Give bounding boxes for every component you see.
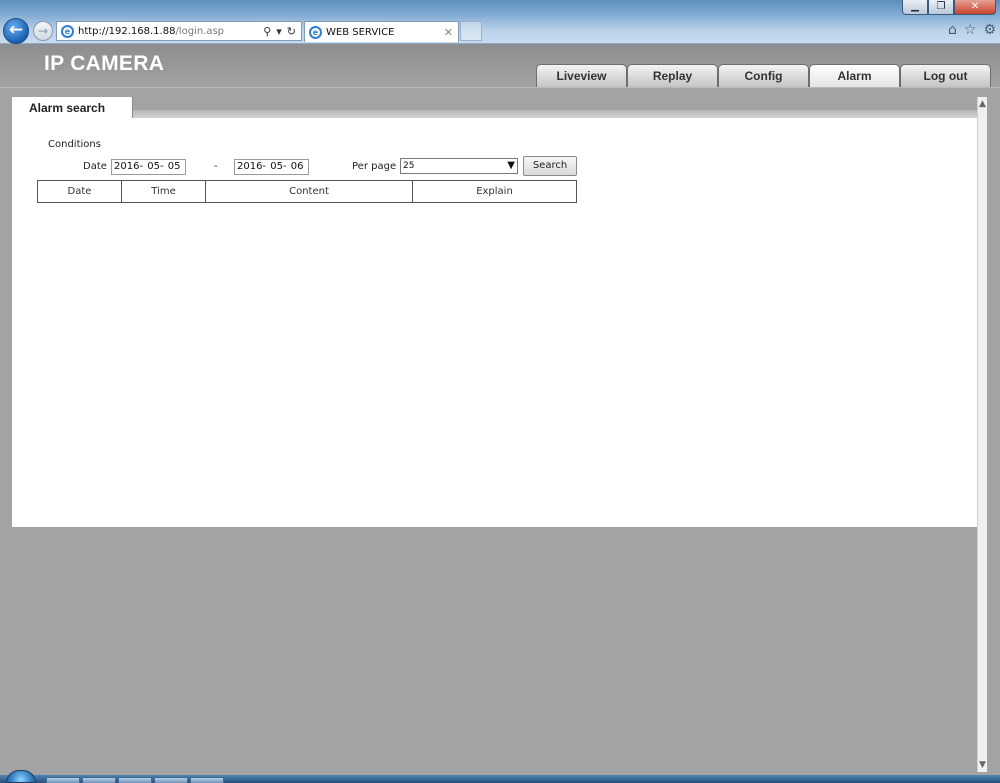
column-header-explain[interactable]: Explain — [412, 180, 577, 203]
minimize-icon[interactable]: ▁ — [902, 0, 928, 15]
per-page-value: 25 — [403, 161, 415, 171]
brand-title: IP CAMERA — [44, 52, 165, 75]
conditions-label: Conditions — [48, 139, 101, 150]
tab-close-icon[interactable]: ✕ — [444, 26, 453, 39]
chevron-down-icon: ▼ — [507, 160, 515, 171]
close-icon[interactable]: ✕ — [954, 0, 996, 15]
tab-liveview[interactable]: Liveview — [536, 64, 627, 87]
main-nav: Liveview Replay Config Alarm Log out — [536, 64, 991, 87]
new-tab-button[interactable] — [460, 21, 482, 41]
per-page-label: Per page — [352, 161, 397, 172]
search-button[interactable]: Search — [523, 156, 577, 176]
date-from-input[interactable]: 2016- 05- 05 — [111, 159, 186, 175]
table-header-row: Date Time Content Explain — [37, 180, 577, 203]
arrow-left-icon[interactable]: ← — [3, 18, 29, 44]
column-header-content[interactable]: Content — [205, 180, 413, 203]
dropdown-icon[interactable]: ▾ — [276, 25, 282, 38]
taskbar-item[interactable] — [190, 777, 224, 783]
taskbar-item[interactable] — [82, 777, 116, 783]
tab-logout[interactable]: Log out — [900, 64, 991, 87]
url-host: http://192.168.1.88 — [78, 25, 176, 37]
restore-icon[interactable]: ❐ — [928, 0, 954, 15]
ie-page-icon: e — [61, 24, 74, 38]
magnifier-icon[interactable]: ⚲ — [263, 25, 271, 38]
url-path: /login.asp — [175, 25, 225, 37]
taskbar-item[interactable] — [154, 777, 188, 783]
start-button-icon[interactable] — [6, 770, 36, 783]
column-header-time[interactable]: Time — [121, 180, 206, 203]
tab-title: WEB SERVICE — [326, 26, 395, 38]
column-header-date[interactable]: Date — [37, 180, 122, 203]
address-tools: ⚲ ▾ ↻ — [263, 25, 301, 38]
date-separator: - — [214, 161, 218, 172]
browser-toolbar-right: ⌂ ☆ ⚙ — [948, 22, 996, 38]
browser-tab[interactable]: e WEB SERVICE ✕ — [304, 21, 459, 42]
arrow-right-icon[interactable]: → — [33, 21, 53, 41]
alarm-results-table: Date Time Content Explain — [37, 180, 577, 203]
address-bar[interactable]: e http://192.168.1.88 /login.asp ⚲ ▾ ↻ — [56, 21, 302, 41]
gear-icon[interactable]: ⚙ — [983, 22, 996, 38]
scroll-up-icon[interactable]: ▲ — [978, 97, 987, 111]
window-controls: ▁ ❐ ✕ — [902, 0, 996, 15]
date-to-input[interactable]: 2016- 05- 06 — [234, 159, 309, 175]
tab-replay[interactable]: Replay — [627, 64, 718, 87]
home-icon[interactable]: ⌂ — [948, 22, 957, 38]
app-header: IP CAMERA Liveview Replay Config Alarm L… — [0, 44, 1000, 88]
star-icon[interactable]: ☆ — [964, 22, 977, 38]
refresh-icon[interactable]: ↻ — [287, 25, 296, 38]
taskbar-item[interactable] — [118, 777, 152, 783]
vertical-scrollbar[interactable]: ▲ ▼ — [977, 97, 987, 772]
scroll-down-icon[interactable]: ▼ — [978, 758, 987, 772]
ie-tab-icon: e — [309, 25, 322, 39]
taskbar-item[interactable] — [46, 777, 80, 783]
browser-chrome: ▁ ❐ ✕ ← → e http://192.168.1.88 /login.a… — [0, 0, 1000, 44]
per-page-select[interactable]: 25 ▼ — [400, 158, 518, 174]
tab-alarm[interactable]: Alarm — [809, 64, 900, 87]
date-label: Date — [83, 161, 107, 172]
tab-config[interactable]: Config — [718, 64, 809, 87]
subtab-alarm-search[interactable]: Alarm search — [12, 97, 133, 119]
